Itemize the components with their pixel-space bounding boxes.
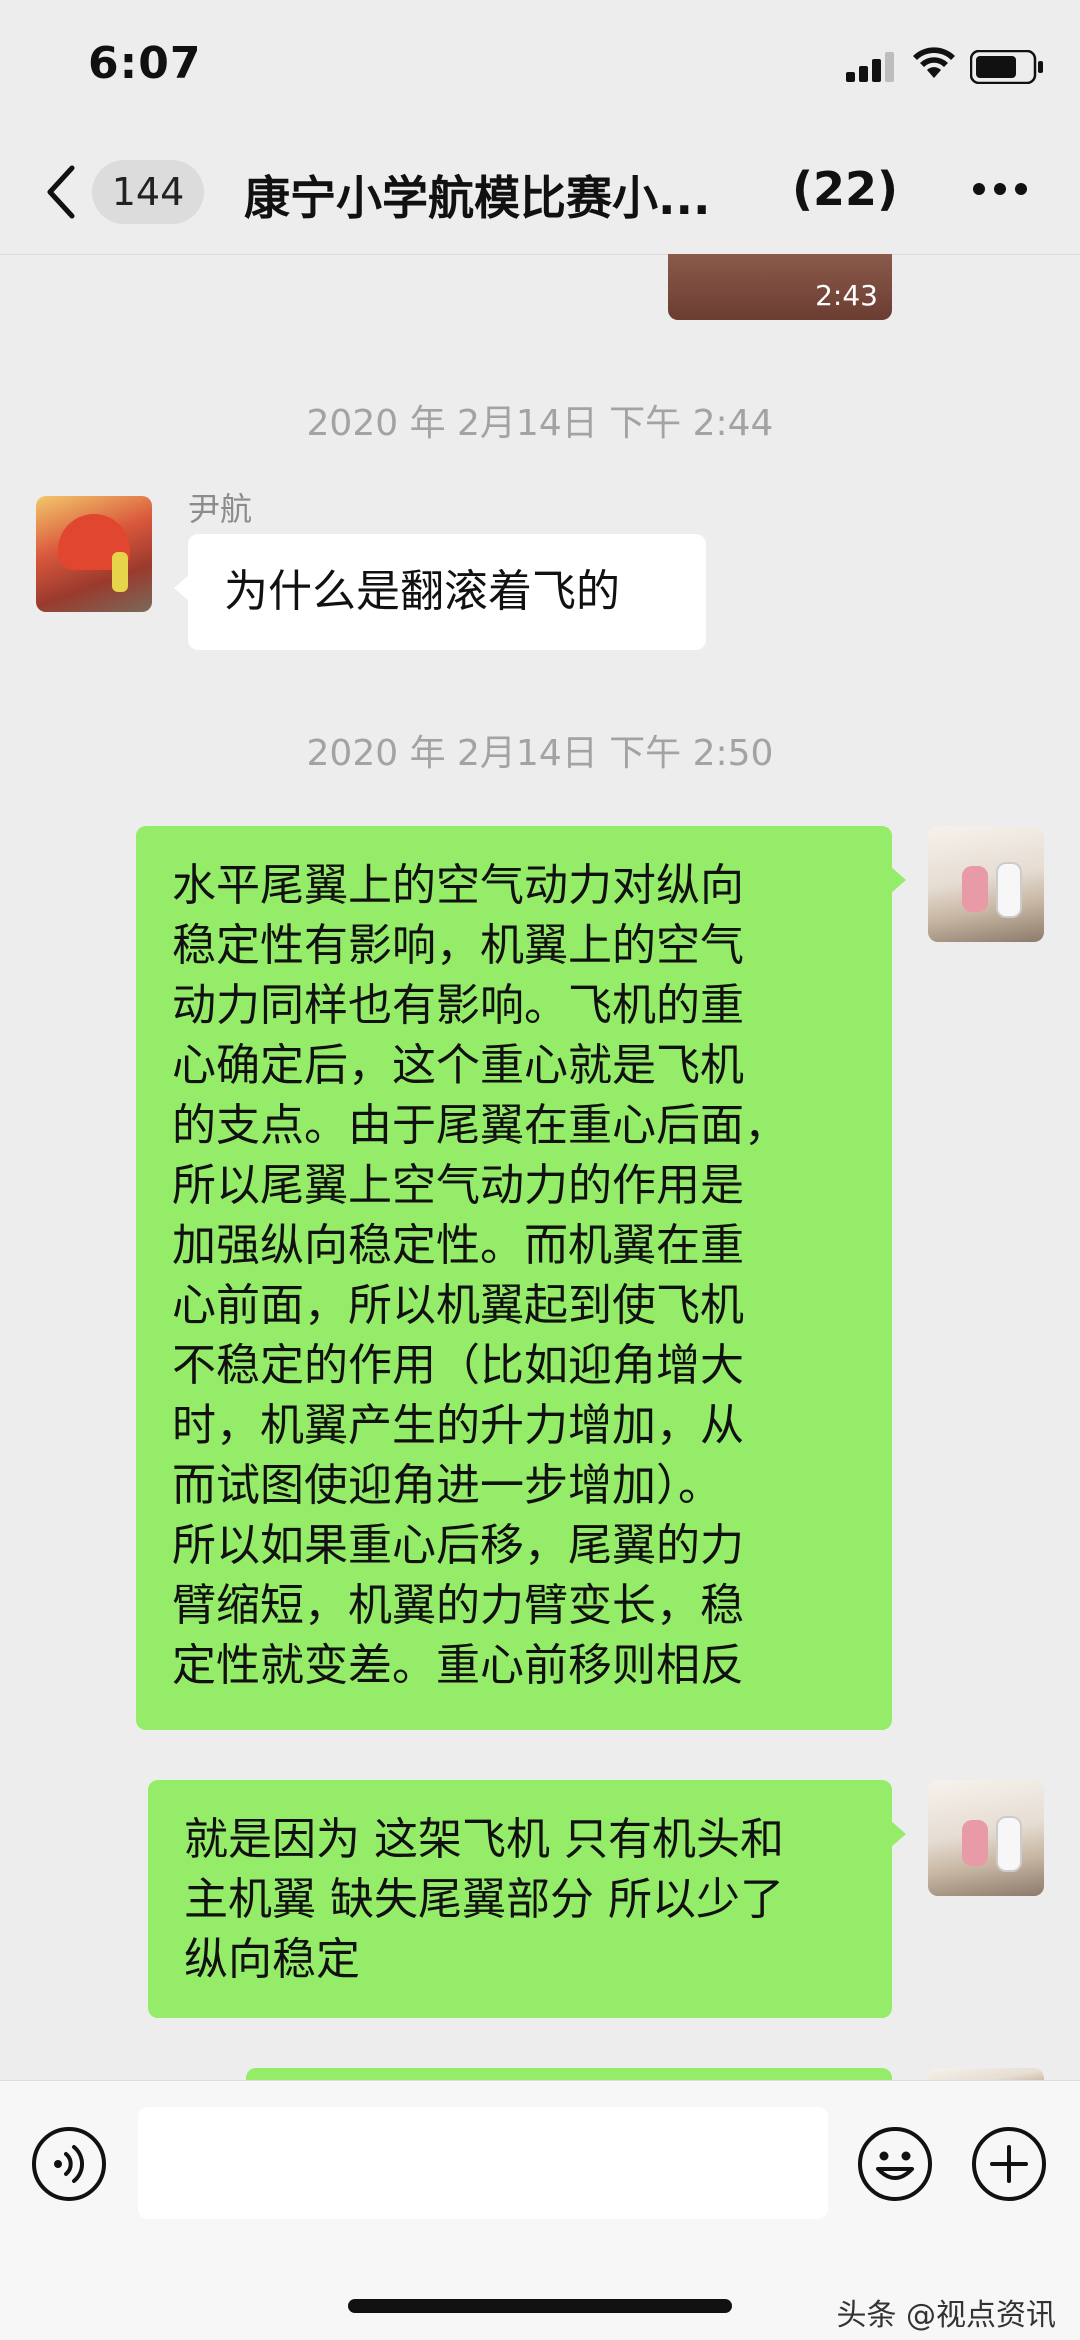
sender-name: 尹航 bbox=[188, 490, 253, 528]
status-time: 6:07 bbox=[88, 38, 202, 89]
message-bubble[interactable]: 为什么是翻滚着飞的 bbox=[174, 534, 706, 650]
watermark: 头条 @视点资讯 bbox=[836, 2298, 1056, 2333]
message-text: 就是因为 这架飞机 只有机头和 主机翼 缺失尾翼部分 所以少了 纵向稳定 bbox=[184, 1814, 784, 1985]
chat-title: 康宁小学航模比赛小... bbox=[244, 171, 711, 225]
more-icon[interactable] bbox=[972, 182, 1028, 196]
avatar[interactable] bbox=[928, 826, 1044, 942]
message-input[interactable] bbox=[138, 2107, 828, 2219]
status-bar: 6:07 bbox=[0, 0, 1080, 120]
timestamp: 2020 年 2月14日 下午 2:44 bbox=[306, 403, 774, 444]
chat-header: 144 康宁小学航模比赛小... (22) bbox=[0, 130, 1080, 255]
home-indicator bbox=[348, 2299, 732, 2313]
battery-icon bbox=[970, 50, 1043, 84]
emoji-icon[interactable] bbox=[856, 2125, 934, 2203]
message-bubble[interactable]: 水平尾翼上的空气动力对纵向 稳定性有影响，机翼上的空气 动力同样也有影响。飞机的… bbox=[136, 826, 906, 1730]
timestamp: 2020 年 2月14日 下午 2:50 bbox=[306, 733, 774, 774]
unread-count-badge[interactable]: 144 bbox=[92, 160, 204, 224]
avatar[interactable] bbox=[36, 496, 152, 612]
video-message[interactable]: 2:43 bbox=[668, 254, 892, 320]
member-count: (22) bbox=[792, 162, 899, 216]
video-duration: 2:43 bbox=[815, 279, 878, 312]
message-bubble[interactable]: 就是因为 这架飞机 只有机头和 主机翼 缺失尾翼部分 所以少了 纵向稳定 bbox=[148, 1780, 906, 2018]
avatar[interactable] bbox=[928, 1780, 1044, 1896]
back-icon[interactable] bbox=[44, 164, 78, 220]
voice-icon[interactable] bbox=[30, 2125, 108, 2203]
message-text: 为什么是翻滚着飞的 bbox=[224, 566, 620, 617]
plus-icon[interactable] bbox=[970, 2125, 1048, 2203]
message-text: 水平尾翼上的空气动力对纵向 稳定性有影响，机翼上的空气 动力同样也有影响。飞机的… bbox=[172, 860, 788, 1691]
signal-icon bbox=[846, 52, 894, 82]
wifi-icon bbox=[913, 47, 955, 78]
